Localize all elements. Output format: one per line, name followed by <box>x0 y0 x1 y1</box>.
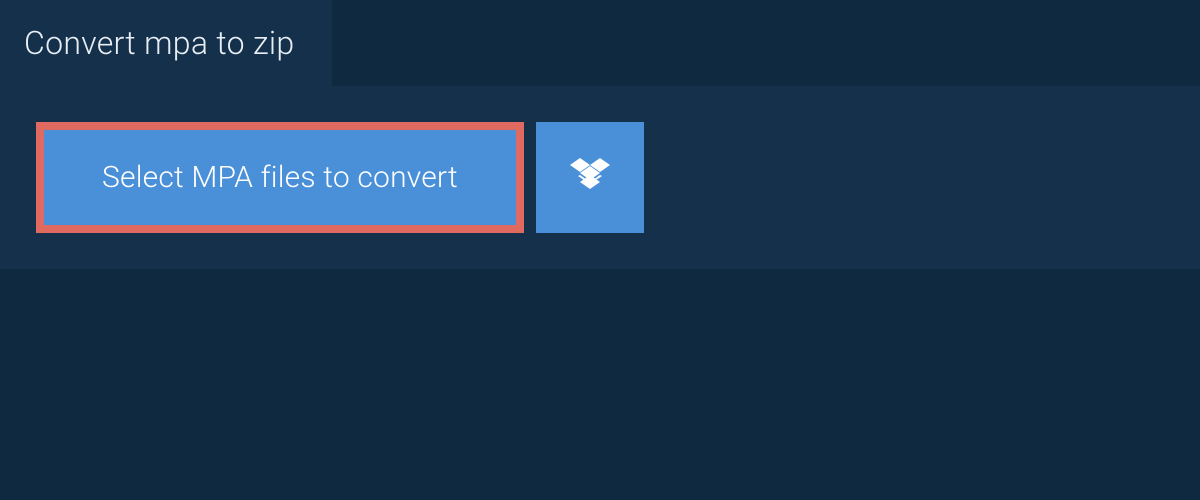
button-row: Select MPA files to convert <box>36 122 1164 233</box>
select-files-button[interactable]: Select MPA files to convert <box>36 122 524 233</box>
page-title-tab: Convert mpa to zip <box>0 0 332 86</box>
dropbox-button[interactable] <box>536 122 644 233</box>
page-title: Convert mpa to zip <box>24 24 294 62</box>
select-files-label: Select MPA files to convert <box>102 160 458 195</box>
converter-panel: Select MPA files to convert <box>0 86 1200 269</box>
dropbox-icon <box>570 158 610 198</box>
